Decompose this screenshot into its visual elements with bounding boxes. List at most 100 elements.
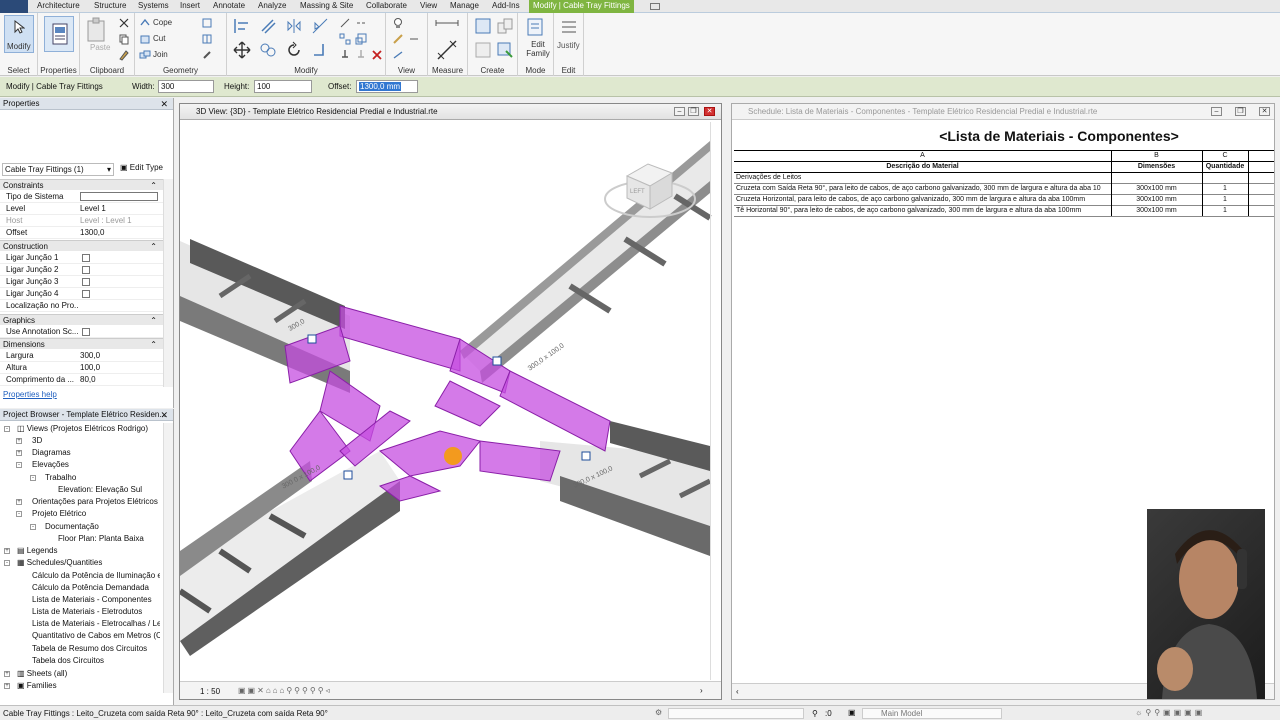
tab-overflow-icon[interactable] — [650, 3, 660, 10]
delete-icon[interactable] — [371, 49, 383, 61]
worksets-icon[interactable]: ⚙ — [655, 708, 662, 717]
ligar3-checkbox[interactable] — [82, 278, 90, 286]
restore-button[interactable]: ❐ — [1235, 107, 1246, 116]
copy-element-icon[interactable] — [259, 41, 277, 59]
table-cell[interactable]: 1 — [1202, 195, 1248, 205]
prop-row-tipo[interactable]: Tipo de Sistema — [0, 191, 163, 203]
type-selector[interactable]: Cable Tray Fittings (1) ▾ — [2, 163, 114, 176]
width-dropdown[interactable]: 300 — [158, 80, 214, 93]
column-letter[interactable]: A — [734, 151, 1111, 161]
section-dimensions[interactable]: Dimensions ⌃ — [0, 338, 163, 349]
tree-sheets[interactable]: ▥ Sheets (all) — [17, 669, 67, 678]
application-menu-button[interactable] — [0, 0, 28, 13]
close-button[interactable]: ✕ — [704, 107, 715, 116]
table-cell[interactable]: 300x100 mm — [1111, 195, 1202, 205]
cut-label[interactable]: Cut — [153, 34, 165, 43]
trim-extend-icon[interactable] — [311, 41, 329, 59]
workset-dropdown[interactable] — [668, 708, 804, 719]
join-label[interactable]: Join — [153, 50, 168, 59]
tree-documentacao[interactable]: Documentação — [45, 522, 99, 531]
tree-elevacao-sul[interactable]: Elevation: Elevação Sul — [58, 485, 142, 494]
mirror-draw-axis-icon[interactable] — [311, 17, 329, 35]
height-dropdown[interactable]: 100 — [254, 80, 312, 93]
aligned-dimension-icon[interactable] — [436, 39, 458, 61]
select-label[interactable]: Select — [0, 66, 37, 75]
collapse-toggle[interactable]: - — [4, 426, 10, 432]
prop-row-altura[interactable]: Altura 100,0 — [0, 362, 163, 374]
tab-massing-site[interactable]: Massing & Site — [300, 0, 353, 13]
properties-button[interactable] — [44, 16, 74, 52]
cope-label[interactable]: Cope — [153, 18, 172, 27]
linework-icon[interactable] — [392, 49, 404, 61]
table-cell[interactable]: 1 — [1202, 184, 1248, 194]
connector-grip-icon[interactable] — [581, 451, 591, 461]
expand-toggle[interactable]: + — [16, 450, 22, 456]
split-gap-icon[interactable] — [355, 17, 367, 29]
model-canvas[interactable] — [180, 121, 721, 681]
prop-row-comprimento[interactable]: Comprimento da ... 80,0 — [0, 374, 163, 386]
expand-toggle[interactable]: + — [4, 548, 10, 554]
section-graphics[interactable]: Graphics ⌃ — [0, 314, 163, 325]
array-icon[interactable] — [339, 33, 351, 45]
scale-icon[interactable] — [355, 33, 367, 45]
table-cell[interactable]: 1 — [1202, 206, 1248, 216]
close-button[interactable]: ✕ — [1259, 107, 1270, 116]
connector-grip-icon[interactable] — [492, 356, 502, 366]
ligar2-checkbox[interactable] — [82, 266, 90, 274]
cut-geometry-icon[interactable] — [139, 33, 151, 45]
cut-scissors-icon[interactable] — [118, 17, 130, 29]
tab-architecture[interactable]: Architecture — [37, 0, 80, 13]
tree-schedule-item[interactable]: Tabela dos Circuitos — [32, 656, 104, 665]
join-icon[interactable] — [139, 49, 151, 61]
tree-schedule-item[interactable]: Cálculo da Potência Demandada — [32, 583, 149, 592]
paint-icon[interactable] — [201, 49, 213, 61]
create-group-icon[interactable] — [474, 41, 492, 59]
table-cell[interactable]: 300x100 mm — [1111, 184, 1202, 194]
tree-views[interactable]: ◫ Views (Projetos Elétricos Rodrigo) — [17, 424, 148, 433]
modify-button[interactable]: Modify — [4, 15, 34, 53]
tree-schedule-item[interactable]: Quantitativo de Cabos em Metros (C — [32, 631, 160, 640]
restore-button[interactable]: ❐ — [688, 107, 699, 116]
expand-toggle[interactable]: + — [4, 671, 10, 677]
prop-row-largura[interactable]: Largura 300,0 — [0, 350, 163, 362]
scroll-right-icon[interactable]: › — [700, 686, 703, 695]
unpin-icon[interactable] — [355, 49, 367, 61]
tree-elevacoes[interactable]: Elevações — [32, 460, 69, 469]
tree-schedule-item[interactable]: Cálculo da Potência de Iluminação e — [32, 571, 160, 580]
split-element-icon[interactable] — [339, 17, 351, 29]
override-graphics-icon[interactable] — [392, 33, 404, 45]
editable-only-icon[interactable]: ⚲ — [812, 709, 818, 718]
table-cell[interactable]: Cruzeta Horizontal, para leito de cabos,… — [736, 195, 1110, 205]
table-cell[interactable]: 300x100 mm — [1111, 206, 1202, 216]
design-option-dropdown[interactable]: Main Model — [862, 708, 1002, 719]
tab-systems[interactable]: Systems — [138, 0, 169, 13]
tab-insert[interactable]: Insert — [180, 0, 200, 13]
tree-schedule-item[interactable]: Lista de Materiais - Eletrodutos — [32, 607, 142, 616]
justify-label[interactable]: Justify — [557, 41, 580, 50]
collapse-toggle[interactable]: - — [30, 524, 36, 530]
connector-grip-icon[interactable] — [343, 470, 353, 480]
tree-schedule-item[interactable]: Lista de Materiais - Eletrocalhas / Lei — [32, 619, 160, 628]
split-face-icon[interactable] — [201, 33, 213, 45]
close-icon[interactable]: ✕ — [160, 409, 168, 421]
cable-tray-right[interactable] — [540, 421, 712, 556]
expand-toggle[interactable]: + — [16, 499, 22, 505]
table-cell[interactable]: Tê Horizontal 90°, para leito de cabos, … — [736, 206, 1110, 216]
tree-schedules[interactable]: ▦ Schedules/Quantities — [17, 558, 102, 567]
mirror-pick-axis-icon[interactable] — [285, 17, 303, 35]
scroll-left-icon[interactable]: ‹ — [736, 687, 739, 696]
edit-family-icon[interactable] — [526, 17, 546, 37]
column-header[interactable]: Dimensões — [1111, 162, 1202, 172]
tab-add-ins[interactable]: Add-Ins — [492, 0, 520, 13]
tipo-sistema-input[interactable] — [80, 192, 158, 201]
table-cell[interactable]: Cruzeta com Saída Reta 90°, para leito d… — [736, 184, 1110, 194]
tree-planta-baixa[interactable]: Floor Plan: Planta Baixa — [58, 534, 144, 543]
tab-modify-cable-tray-fittings[interactable]: Modify | Cable Tray Fittings — [529, 0, 634, 13]
column-header[interactable]: Descrição do Material — [734, 162, 1111, 172]
tree-3d[interactable]: 3D — [32, 436, 42, 445]
create-assembly-icon[interactable] — [474, 17, 492, 35]
create-parts-icon[interactable] — [496, 17, 514, 35]
offset-icon[interactable] — [259, 17, 277, 35]
pin-icon[interactable] — [339, 49, 351, 61]
ligar1-checkbox[interactable] — [82, 254, 90, 262]
